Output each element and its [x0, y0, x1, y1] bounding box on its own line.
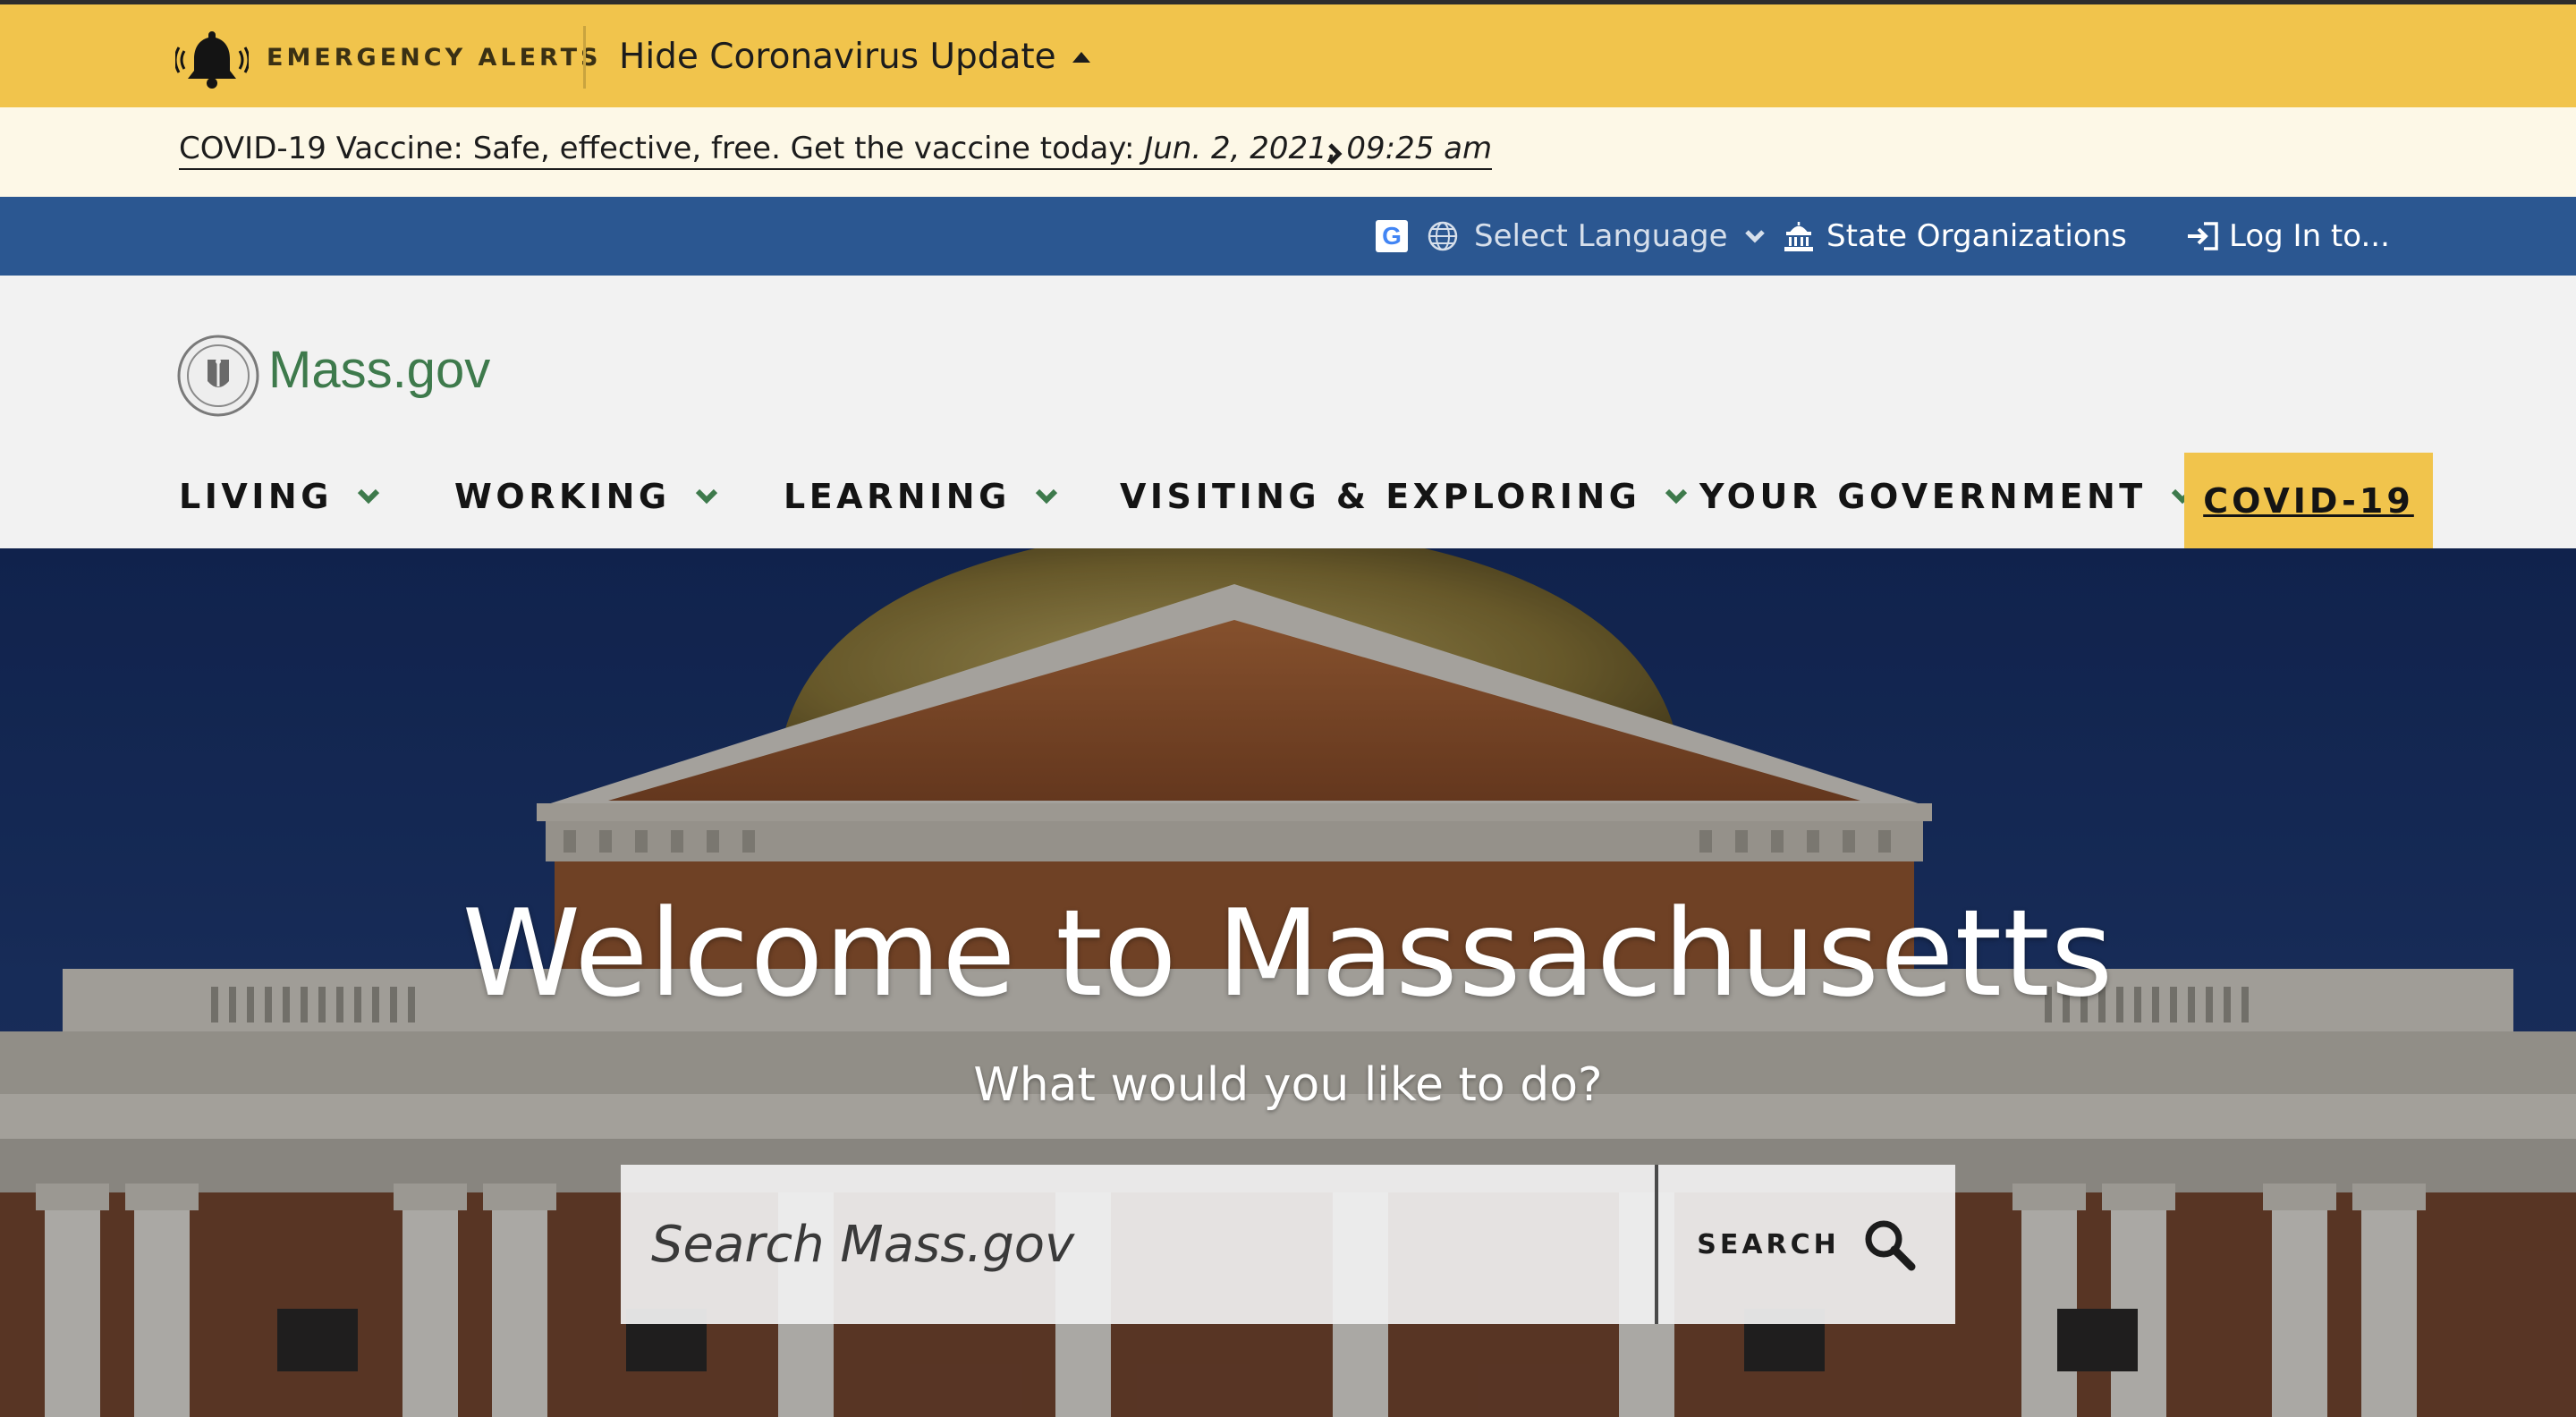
- caret-up-icon: [1072, 51, 1090, 63]
- google-translate-icon: G: [1376, 220, 1408, 252]
- vaccine-banner: COVID-19 Vaccine: Safe, effective, free.…: [0, 107, 2576, 197]
- nav-visiting-exploring[interactable]: VISITING & EXPLORING: [1120, 477, 1689, 516]
- log-in-label: Log In to...: [2229, 218, 2390, 254]
- nav-working[interactable]: WORKING: [454, 477, 719, 516]
- chevron-down-icon: [357, 488, 380, 505]
- select-language-label: Select Language: [1474, 218, 1728, 254]
- emergency-alerts-bar: EMERGENCY ALERTS Hide Coronavirus Update: [0, 4, 2576, 107]
- hero-title: Welcome to Massachusetts: [462, 884, 2114, 1023]
- bell-icon: [175, 31, 249, 89]
- search-input[interactable]: [621, 1165, 1655, 1324]
- chevron-down-icon: [1744, 230, 1765, 243]
- nav-learning-label: LEARNING: [784, 477, 1011, 516]
- nav-your-government[interactable]: YOUR GOVERNMENT: [1699, 477, 2195, 516]
- vaccine-text: COVID-19 Vaccine: Safe, effective, free.…: [179, 131, 1145, 166]
- chevron-down-icon: [695, 488, 717, 505]
- search-icon: [1865, 1220, 1916, 1271]
- vaccine-banner-link[interactable]: COVID-19 Vaccine: Safe, effective, free.…: [179, 131, 1493, 170]
- nav-living[interactable]: LIVING: [179, 477, 381, 516]
- vaccine-date: Jun. 2, 2021, 09:25 am: [1144, 131, 1493, 166]
- massachusetts-seal-icon[interactable]: [177, 335, 259, 417]
- state-organizations-label: State Organizations: [1826, 218, 2127, 254]
- hero-subtitle: What would you like to do?: [973, 1058, 1603, 1112]
- chevron-right-icon: [1328, 143, 1343, 165]
- search-button[interactable]: SEARCH: [1658, 1165, 1955, 1324]
- nav-living-label: LIVING: [179, 477, 333, 516]
- chevron-down-icon: [1035, 488, 1057, 505]
- alerts-divider: [583, 26, 586, 89]
- nav-learning[interactable]: LEARNING: [784, 477, 1059, 516]
- state-organizations-link[interactable]: State Organizations: [1784, 197, 2127, 276]
- nav-covid-19[interactable]: COVID-19: [2184, 453, 2433, 548]
- hero-section: Welcome to Massachusetts What would you …: [0, 548, 2576, 1417]
- log-in-icon: [2188, 222, 2218, 250]
- nav-working-label: WORKING: [454, 477, 671, 516]
- utility-nav-bar: G Select Language State Organizations Lo…: [0, 197, 2576, 276]
- language-selector[interactable]: G Select Language: [1376, 197, 1766, 276]
- mass-gov-logo-text[interactable]: Mass.gov: [268, 340, 490, 400]
- globe-icon: [1428, 221, 1458, 251]
- nav-your-government-label: YOUR GOVERNMENT: [1699, 477, 2147, 516]
- hide-coronavirus-update-button[interactable]: Hide Coronavirus Update: [619, 37, 1090, 77]
- site-header: Mass.gov LIVING WORKING LEARNING VISITIN…: [0, 276, 2576, 548]
- search-button-label: SEARCH: [1697, 1228, 1840, 1260]
- chevron-down-icon: [1665, 488, 1688, 505]
- search-box: [621, 1165, 1655, 1324]
- emergency-alerts-label: EMERGENCY ALERTS: [267, 44, 602, 72]
- nav-visiting-exploring-label: VISITING & EXPLORING: [1120, 477, 1641, 516]
- log-in-menu[interactable]: Log In to...: [2184, 197, 2390, 276]
- capitol-building-icon: [1784, 222, 1813, 251]
- hide-toggle-label: Hide Coronavirus Update: [619, 37, 1056, 77]
